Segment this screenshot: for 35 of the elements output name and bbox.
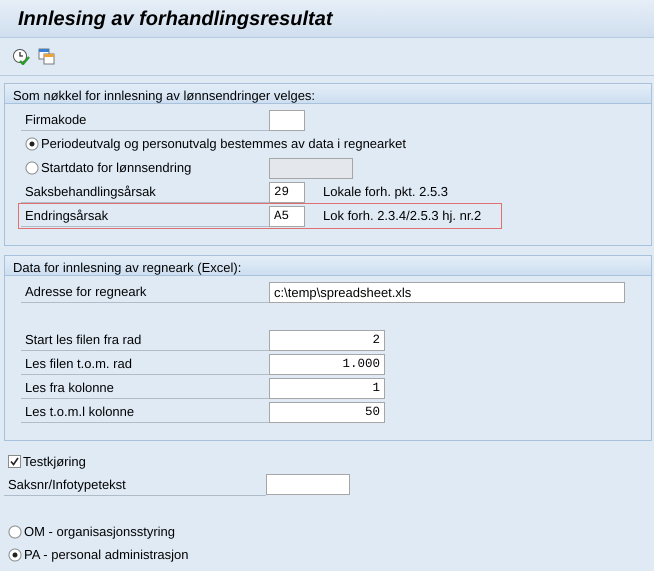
field-label: Saksnr/Infotypetekst [4, 474, 266, 496]
input-field[interactable] [269, 110, 305, 130]
input-field[interactable]: A5 [269, 206, 305, 226]
input-field[interactable]: 1 [269, 378, 385, 398]
field-description: Lok forh. 2.3.4/2.5.3 hj. nr.2 [323, 207, 482, 226]
field-label: Firmakode [21, 109, 269, 131]
input-field[interactable]: 1.000 [269, 354, 385, 374]
checkbox-label: Testkjøring [23, 452, 86, 471]
copy-icon[interactable] [38, 48, 55, 65]
radio-label: Startdato for lønnsendring [41, 159, 192, 177]
radio-label: Periodeutvalg og personutvalg bestemmes av data i regnearket [41, 135, 406, 153]
radio-button[interactable] [25, 161, 39, 175]
field-label: Les t.o.m.l kolonne [21, 401, 269, 423]
field-label: Start les filen fra rad [21, 329, 269, 351]
group-title: Data for innlesning av regneark (Excel): [5, 256, 651, 276]
group-title: Som nøkkel for innlesning av lønnsendringer velges: [5, 84, 651, 104]
input-field[interactable] [266, 474, 350, 495]
window-title: Innlesing av forhandlingsresultat [18, 8, 332, 30]
field-label: Les fra kolonne [21, 377, 269, 399]
checkbox[interactable] [8, 455, 21, 468]
field-description: Lokale forh. pkt. 2.5.3 [323, 183, 448, 202]
execute-icon[interactable] [12, 48, 30, 65]
radio-button[interactable] [8, 548, 22, 562]
field-label: Saksbehandlingsårsak [21, 181, 269, 203]
input-field[interactable]: 2 [269, 330, 385, 350]
radio-label: PA - personal administrasjon [24, 546, 189, 564]
radio-button[interactable] [8, 524, 22, 538]
field-label: Les filen t.o.m. rad [21, 353, 269, 375]
input-field[interactable]: 50 [269, 402, 385, 422]
field-label: Adresse for regneark [21, 281, 269, 303]
input-field[interactable]: c:\temp\spreadsheet.xls [269, 282, 625, 302]
input-field[interactable]: 29 [269, 182, 305, 202]
radio-button[interactable] [25, 137, 39, 151]
field-label: Endringsårsak [21, 205, 269, 227]
radio-label: OM - organisasjonsstyring [24, 522, 175, 541]
